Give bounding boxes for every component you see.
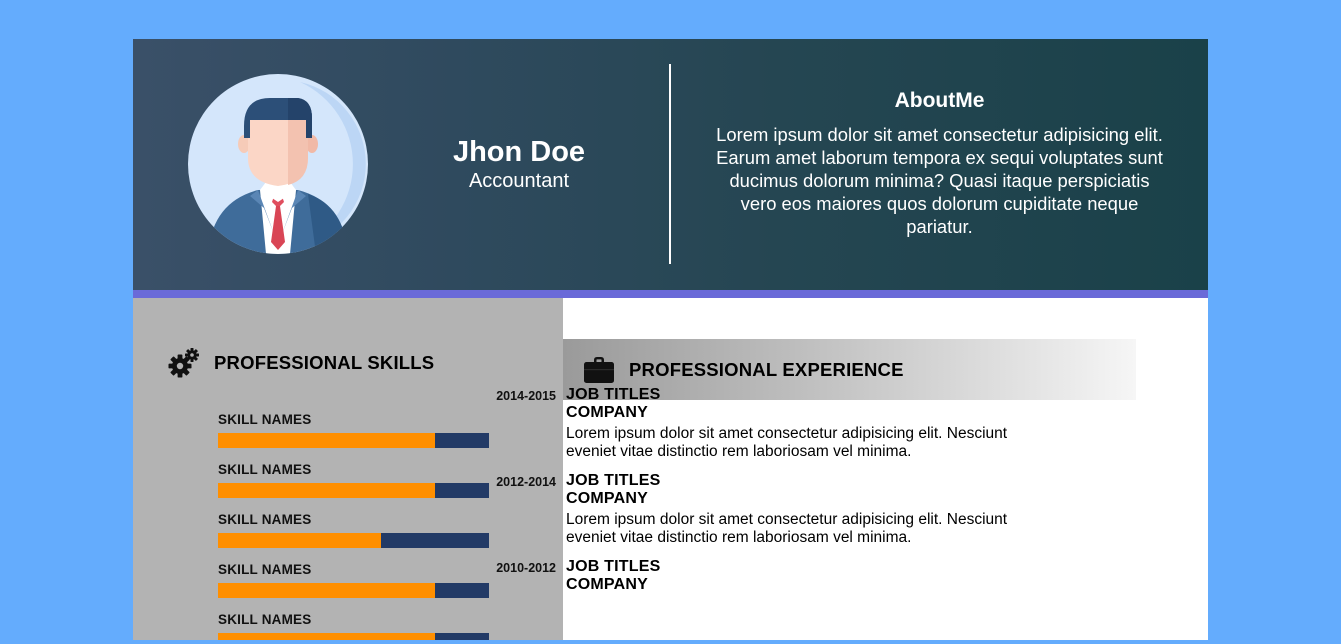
profile-name: Jhon Doe [452,136,586,168]
skill-item: SKILL NAMES [218,512,489,562]
job-details: JOB TITLES COMPANY Lorem ipsum dolor sit… [566,472,1040,547]
skill-bar-fill [218,583,435,598]
experience-item: 2010-2012 JOB TITLES COMPANY [480,558,1040,644]
job-title: JOB TITLES [566,558,661,575]
job-description: Lorem ipsum dolor sit amet consectetur a… [566,425,1008,460]
skill-name: SKILL NAMES [218,612,312,627]
skill-item: SKILL NAMES [218,462,489,512]
job-title: JOB TITLES [566,386,661,403]
job-description: Lorem ipsum dolor sit amet consectetur a… [566,511,1008,546]
skill-bar [218,633,489,640]
skill-bar-fill [218,533,381,548]
gears-icon [168,348,199,378]
skill-name: SKILL NAMES [218,462,312,477]
job-company: COMPANY [566,404,648,421]
job-years: 2014-2015 [496,389,556,403]
skill-item: SKILL NAMES [218,562,489,612]
job-title: JOB TITLES [566,472,661,489]
skill-bar [218,583,489,598]
experience-item: 2012-2014 JOB TITLES COMPANY Lorem ipsum… [480,472,1040,558]
header-divider [669,64,671,264]
experience-list: 2014-2015 JOB TITLES COMPANY Lorem ipsum… [480,386,1040,644]
skill-name: SKILL NAMES [218,412,312,427]
skill-list: SKILL NAMES SKILL NAMES SKILL NAMES SKIL… [218,412,489,640]
briefcase-icon [584,356,614,383]
resume-header: Jhon Doe Accountant AboutMe Lorem ipsum … [133,39,1208,290]
profile-role: Accountant [468,170,570,192]
skills-heading: PROFESSIONAL SKILLS [168,347,434,379]
experience-title: PROFESSIONAL EXPERIENCE [629,358,904,380]
job-details: JOB TITLES COMPANY [566,558,1040,597]
about-text: Lorem ipsum dolor sit amet consectetur a… [716,124,1163,237]
skill-name: SKILL NAMES [218,562,312,577]
header-accent-bar [133,290,1208,298]
job-years: 2012-2014 [496,475,556,489]
skill-bar-fill [218,633,435,640]
skill-item: SKILL NAMES [218,412,489,462]
job-company: COMPANY [566,490,648,507]
experience-item: 2014-2015 JOB TITLES COMPANY Lorem ipsum… [480,386,1040,472]
skill-item: SKILL NAMES [218,612,489,640]
skill-bar [218,533,489,548]
about-title: AboutMe [894,89,985,112]
profile-name-block: Jhon Doe Accountant [403,135,635,193]
skill-bar [218,483,489,498]
job-company: COMPANY [566,576,648,593]
skill-name: SKILL NAMES [218,512,312,527]
person-avatar-icon [188,74,368,254]
skill-bar-fill [218,433,435,448]
skill-bar-fill [218,483,435,498]
job-details: JOB TITLES COMPANY Lorem ipsum dolor sit… [566,386,1040,461]
about-section: AboutMe Lorem ipsum dolor sit amet conse… [713,89,1166,238]
skills-title: PROFESSIONAL SKILLS [214,352,435,373]
skill-bar [218,433,489,448]
job-years: 2010-2012 [496,561,556,575]
